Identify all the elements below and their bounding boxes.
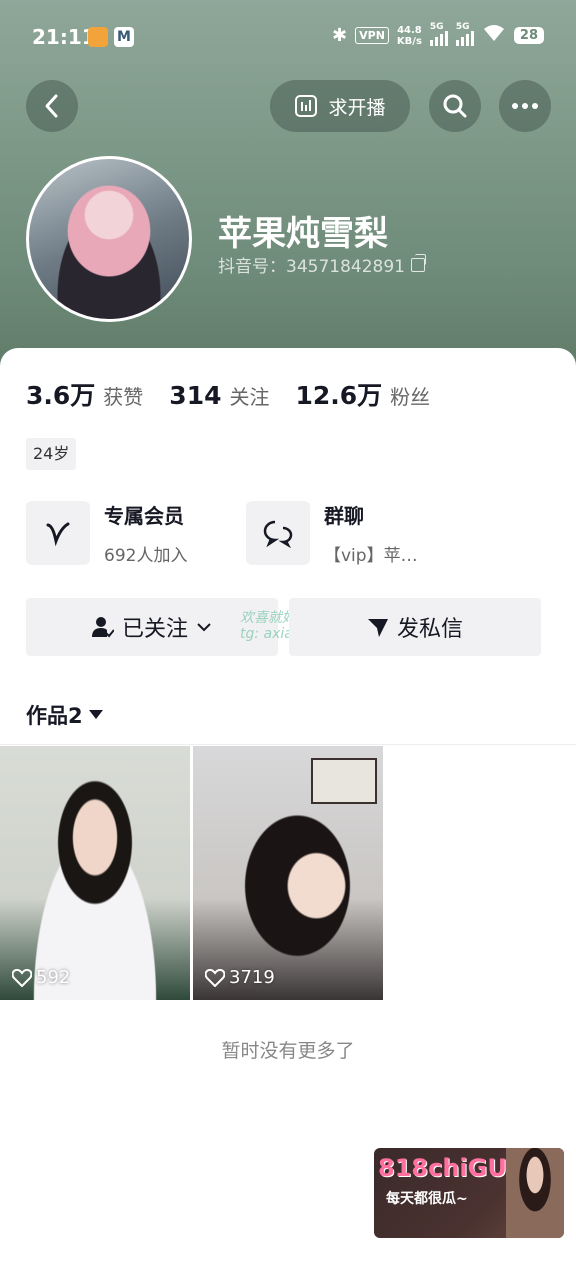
vpn-badge: VPN bbox=[355, 27, 389, 44]
message-label: 发私信 bbox=[396, 617, 463, 642]
group-chat-title: 群聊 bbox=[324, 504, 364, 528]
copy-icon[interactable] bbox=[410, 253, 426, 272]
video-thumbnail[interactable]: 592 bbox=[0, 746, 190, 1000]
no-more-text: 暂时没有更多了 bbox=[221, 1040, 355, 1062]
video-likes-count: 592 bbox=[36, 967, 71, 988]
signal-1-label: 5G bbox=[429, 21, 444, 32]
ad-tagline: 每天都很瓜~ bbox=[386, 1191, 468, 1207]
stat-fans-label: 粉丝 bbox=[390, 385, 431, 409]
ad-banner[interactable]: 818chiGUA 每天都很瓜~ bbox=[374, 1148, 564, 1238]
stat-likes-label: 获赞 bbox=[103, 385, 144, 409]
search-icon bbox=[443, 94, 467, 118]
ad-logo: 818chiGUA bbox=[378, 1154, 525, 1182]
profile-nickname: 苹果炖雪梨 bbox=[218, 214, 388, 254]
wifi-icon bbox=[482, 24, 506, 47]
video-likes: 592 bbox=[12, 967, 70, 988]
profile-header: 21:11 M ✱ VPN 44.8 KB/s 5G 5G 28 求开播 苹果炖… bbox=[0, 0, 576, 380]
membership-icon bbox=[26, 501, 90, 565]
avatar[interactable] bbox=[26, 156, 192, 322]
video-thumbnail[interactable]: 3719 bbox=[193, 746, 383, 1000]
heart-icon bbox=[205, 968, 225, 987]
notification-app-icon bbox=[88, 27, 108, 47]
stat-likes-num: 3.6万 bbox=[26, 381, 96, 410]
stat-following-label: 关注 bbox=[229, 385, 270, 409]
douyin-id[interactable]: 抖音号：34571842891 bbox=[218, 252, 426, 277]
stat-following[interactable]: 314 关注 bbox=[169, 381, 269, 410]
works-tab[interactable]: 作品2 bbox=[26, 700, 103, 730]
stats-row: 3.6万 获赞 314 关注 12.6万 粉丝 bbox=[26, 376, 456, 412]
mail-app-icon: M bbox=[114, 27, 134, 47]
heart-icon bbox=[12, 968, 32, 987]
battery-icon: 28 bbox=[513, 27, 544, 44]
group-chat-entry[interactable]: 群聊 【vip】苹… bbox=[246, 500, 418, 566]
search-button[interactable] bbox=[429, 80, 481, 132]
signal-2-label: 5G bbox=[455, 21, 470, 32]
network-speed: 44.8 KB/s bbox=[397, 25, 422, 47]
status-time: 21:11 bbox=[32, 25, 96, 49]
chevron-left-icon bbox=[45, 94, 58, 118]
status-bar: 21:11 M ✱ VPN 44.8 KB/s 5G 5G 28 bbox=[0, 20, 576, 54]
wall-painting bbox=[311, 758, 377, 804]
following-label: 已关注 bbox=[121, 617, 188, 642]
send-icon bbox=[367, 619, 388, 637]
more-button[interactable] bbox=[499, 80, 551, 132]
video-likes-count: 3719 bbox=[229, 967, 275, 988]
group-chat-icon bbox=[246, 501, 310, 565]
network-speed-unit: KB/s bbox=[396, 35, 422, 47]
triangle-down-icon bbox=[88, 710, 103, 719]
stat-likes[interactable]: 3.6万 获赞 bbox=[26, 376, 143, 412]
stat-fans[interactable]: 12.6万 粉丝 bbox=[295, 376, 430, 412]
video-likes: 3719 bbox=[205, 967, 275, 988]
divider bbox=[0, 744, 576, 745]
works-title-label: 作品2 bbox=[26, 704, 83, 728]
stat-fans-num: 12.6万 bbox=[295, 381, 383, 410]
stat-following-num: 314 bbox=[169, 381, 222, 410]
douyin-id-text: 抖音号：34571842891 bbox=[218, 257, 405, 277]
bar-chart-icon bbox=[295, 95, 318, 117]
membership-entry[interactable]: 专属会员 692人加入 bbox=[26, 500, 187, 566]
message-button[interactable]: 发私信 bbox=[289, 598, 541, 656]
signal-1-icon: 5G bbox=[429, 22, 448, 46]
more-dots-icon bbox=[512, 103, 538, 109]
profile-card: 3.6万 获赞 314 关注 12.6万 粉丝 24岁 专属会员 692人加入 … bbox=[0, 348, 576, 1280]
group-chat-subtitle: 【vip】苹… bbox=[324, 546, 418, 566]
user-check-icon bbox=[91, 617, 114, 638]
signal-2-icon: 5G bbox=[455, 22, 474, 46]
membership-subtitle: 692人加入 bbox=[104, 546, 188, 566]
age-tag: 24岁 bbox=[26, 438, 77, 470]
network-speed-value: 44.8 bbox=[397, 24, 422, 36]
request-live-label: 求开播 bbox=[328, 96, 386, 119]
ad-image bbox=[506, 1148, 564, 1238]
membership-title: 专属会员 bbox=[104, 504, 184, 528]
request-live-button[interactable]: 求开播 bbox=[270, 80, 410, 132]
bluetooth-icon: ✱ bbox=[332, 25, 348, 46]
chevron-down-icon bbox=[197, 623, 211, 632]
back-button[interactable] bbox=[26, 80, 78, 132]
